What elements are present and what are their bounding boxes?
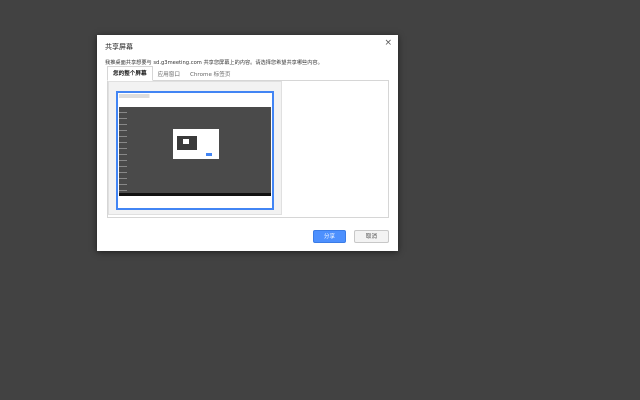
screen-thumbnail-card[interactable] (108, 81, 282, 215)
thumbnail-dialog-highlight (183, 139, 189, 144)
thumbnail-desktop-icons (119, 107, 127, 193)
thumbnail-taskbar (119, 193, 271, 196)
thumbnail-dialog-button (206, 153, 212, 156)
thumbnail-browser-bar (119, 94, 271, 98)
source-panel (107, 80, 389, 218)
cancel-button[interactable]: 取消 (354, 230, 389, 243)
dialog-description: 我推桌面共享想要与 sd.g3meeting.com 共享您屏幕上的内容。请选择… (105, 60, 323, 66)
close-icon[interactable]: × (384, 38, 392, 48)
tab-entire-screen[interactable]: 您的整个屏幕 (107, 66, 153, 81)
share-button[interactable]: 分享 (313, 230, 346, 243)
thumbnail-screen-preview (119, 107, 271, 193)
dialog-title: 共享屏幕 (105, 43, 133, 51)
screen-thumbnail[interactable] (116, 91, 274, 210)
share-screen-dialog: 共享屏幕 × 我推桌面共享想要与 sd.g3meeting.com 共享您屏幕上… (97, 35, 398, 251)
source-tabs: 您的整个屏幕 应用窗口 Chrome 标签页 (107, 66, 235, 81)
thumbnail-dialog-preview (173, 129, 219, 159)
